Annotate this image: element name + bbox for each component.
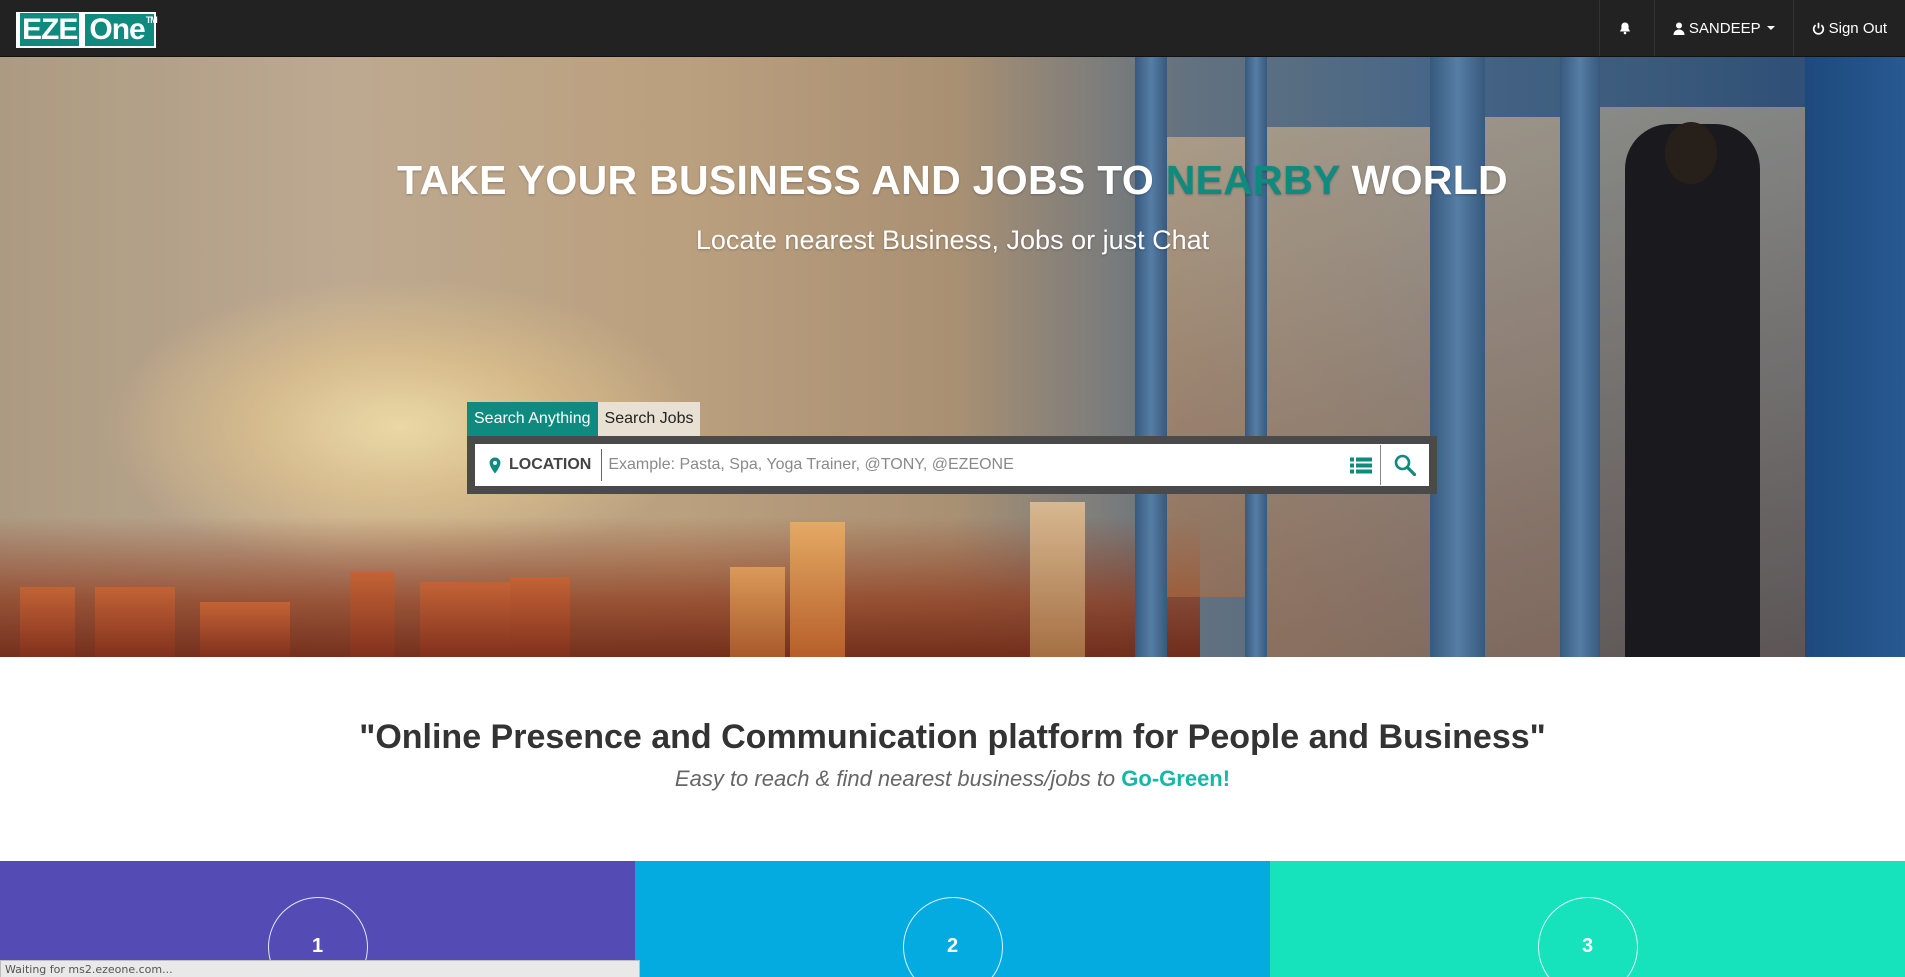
platform-subtagline: Easy to reach & find nearest business/jo… — [674, 766, 1231, 791]
hero-subtitle: Locate nearest Business, Jobs or just Ch… — [695, 225, 1210, 255]
bell-icon — [1620, 22, 1630, 35]
logo-trademark: TM — [145, 15, 158, 25]
caret-down-icon — [1766, 26, 1775, 30]
top-navbar: EZE OneTM SANDEEP Sign Out — [0, 0, 1905, 57]
user-name: SANDEEP — [1688, 19, 1761, 37]
location-label: LOCATION — [509, 456, 592, 473]
hero-overlay — [0, 57, 1905, 657]
list-view-button[interactable] — [1341, 445, 1381, 485]
step-number-circle: 3 — [1537, 897, 1638, 977]
search-tabs: Search Anything Search Jobs — [467, 402, 701, 436]
feature-panel-2: 2 — [635, 861, 1270, 977]
user-icon — [1673, 22, 1685, 35]
feature-panel-3: 3 — [1270, 861, 1905, 977]
search-button[interactable] — [1381, 445, 1429, 485]
user-menu-button[interactable]: SANDEEP — [1653, 0, 1793, 56]
power-icon — [1812, 22, 1824, 35]
location-button[interactable]: LOCATION — [475, 449, 603, 481]
ezeone-logo[interactable]: EZE OneTM — [16, 12, 158, 48]
map-marker-icon — [489, 457, 501, 473]
search-input[interactable] — [602, 445, 1341, 485]
notifications-button[interactable] — [1598, 0, 1654, 56]
hero-title-accent: NEARBY — [1165, 157, 1340, 203]
hero-title: TAKE YOUR BUSINESS AND JOBS TO NEARBY WO… — [397, 157, 1508, 203]
logo-one-text: OneTM — [89, 13, 158, 46]
logo-eze-text: EZE — [18, 13, 86, 46]
list-icon — [1349, 457, 1372, 473]
tab-search-jobs[interactable]: Search Jobs — [597, 402, 701, 436]
sign-out-label: Sign Out — [1828, 19, 1887, 37]
platform-tagline: "Online Presence and Communication platf… — [359, 718, 1546, 756]
go-green-link: Go-Green! — [1121, 766, 1231, 791]
search-icon — [1394, 454, 1416, 476]
tab-search-anything[interactable]: Search Anything — [467, 402, 598, 436]
search-bar: LOCATION — [475, 444, 1429, 486]
navbar-right: SANDEEP Sign Out — [1598, 0, 1905, 56]
search-box: LOCATION — [467, 436, 1437, 494]
hero-banner: TAKE YOUR BUSINESS AND JOBS TO NEARBY WO… — [0, 57, 1905, 657]
sign-out-button[interactable]: Sign Out — [1792, 0, 1905, 56]
browser-status-bar: Waiting for ms2.ezeone.com... — [0, 960, 640, 977]
step-number-circle: 2 — [902, 897, 1003, 977]
